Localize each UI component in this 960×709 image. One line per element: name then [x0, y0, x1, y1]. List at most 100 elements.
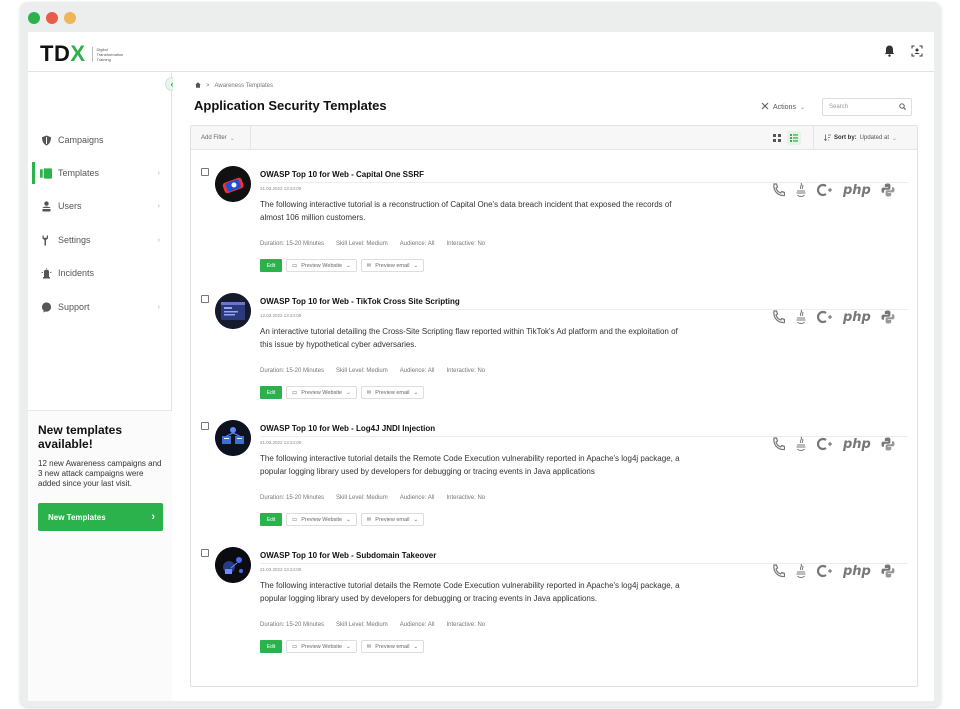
language-icons: php: [772, 436, 895, 452]
window-dot-yellow[interactable]: [64, 12, 76, 24]
window-dot-green[interactable]: [28, 12, 40, 24]
select-checkbox[interactable]: [201, 168, 209, 176]
users-icon: [40, 200, 52, 212]
email-icon: ✉: [366, 389, 372, 396]
promo-title: New templates available!: [38, 423, 123, 451]
browser-icon: ▭: [292, 389, 298, 396]
chevron-down-icon: ⌄: [346, 262, 351, 269]
template-meta: Duration: 15-20 Minutes Skill Level: Med…: [260, 368, 485, 374]
page-title: Application Security Templates: [194, 98, 387, 113]
card-actions: Edit ▭ Preview Website ⌄ ✉ Preview email ⌄: [260, 513, 425, 526]
sidebar-item-label: Incidents: [58, 268, 95, 278]
template-title[interactable]: OWASP Top 10 for Web - TikTok Cross Site…: [260, 297, 460, 306]
add-filter-button[interactable]: Add Filter ⌄: [191, 126, 251, 150]
select-checkbox[interactable]: [201, 549, 209, 557]
template-description: The following interactive tutorial is a …: [260, 200, 672, 222]
actions-dropdown[interactable]: Actions ⌄: [756, 98, 816, 116]
sidebar-item-users[interactable]: Users ›: [32, 195, 168, 217]
sidebar-item-templates[interactable]: Templates ›: [32, 162, 168, 184]
python-icon: [881, 309, 895, 325]
language-icons: php: [772, 309, 895, 325]
list-view-icon[interactable]: [787, 131, 801, 145]
search-input[interactable]: Search: [822, 98, 912, 116]
java-icon: [795, 563, 807, 579]
template-date: 21.03.2022 13:24:00: [260, 186, 302, 191]
preview-email-button[interactable]: ✉ Preview email ⌄: [360, 386, 425, 399]
edit-button[interactable]: Edit: [260, 513, 282, 526]
preview-website-button[interactable]: ▭ Preview Website ⌄: [286, 640, 357, 653]
sidebar-item-label: Campaigns: [58, 135, 104, 145]
edit-button[interactable]: Edit: [260, 640, 282, 653]
preview-website-button[interactable]: ▭ Preview Website ⌄: [286, 259, 357, 272]
sort-dropdown[interactable]: Sort by: Updated at ⌄: [813, 126, 917, 150]
templates-panel: Add Filter ⌄ Sort by: Updated at ⌄ OWASP…: [190, 125, 918, 687]
home-icon[interactable]: [195, 82, 201, 90]
template-title[interactable]: OWASP Top 10 for Web - Subdomain Takeove…: [260, 551, 436, 560]
chevron-right-icon: ›: [151, 511, 155, 523]
preview-website-button[interactable]: ▭ Preview Website ⌄: [286, 513, 357, 526]
add-filter-label: Add Filter: [201, 135, 227, 141]
email-icon: ✉: [366, 516, 372, 523]
user-scan-icon[interactable]: [910, 44, 924, 58]
preview-email-label: Preview email: [375, 262, 410, 269]
meta-interactive: Interactive: No: [446, 622, 486, 628]
preview-website-label: Preview Website: [301, 516, 343, 523]
breadcrumb: > Awareness Templates: [195, 82, 273, 90]
python-icon: [881, 182, 895, 198]
tdx-logo[interactable]: TDX Digital Transformation Training: [40, 41, 126, 67]
breadcrumb-awareness-templates[interactable]: Awareness Templates: [215, 83, 273, 89]
main-content: > Awareness Templates Application Securi…: [173, 73, 934, 701]
wrench-icon: [40, 234, 52, 246]
meta-interactive: Interactive: No: [446, 241, 486, 247]
python-icon: [881, 563, 895, 579]
sidebar-item-campaigns[interactable]: Campaigns: [32, 129, 168, 151]
sidebar-item-label: Users: [58, 201, 82, 211]
window-dot-red[interactable]: [46, 12, 58, 24]
new-templates-button[interactable]: New Templates ›: [38, 503, 163, 531]
java-icon: [795, 182, 807, 198]
sidebar-item-incidents[interactable]: Incidents: [32, 262, 168, 284]
edit-button[interactable]: Edit: [260, 386, 282, 399]
email-icon: ✉: [366, 643, 372, 650]
template-date: 12.03.2022 13:24:00: [260, 313, 302, 318]
phone-icon: [772, 436, 785, 452]
meta-duration: Duration: 15-20 Minutes: [260, 368, 325, 374]
php-icon: php: [843, 309, 871, 325]
template-card: OWASP Top 10 for Web - TikTok Cross Site…: [191, 279, 917, 406]
cplusplus-icon: [817, 309, 833, 325]
sidebar-item-support[interactable]: Support ›: [32, 296, 168, 318]
template-thumbnail: [215, 547, 251, 583]
edit-button[interactable]: Edit: [260, 259, 282, 272]
card-actions: Edit ▭ Preview Website ⌄ ✉ Preview email ⌄: [260, 640, 425, 653]
alert-icon: [40, 267, 52, 279]
top-icons: [882, 44, 924, 58]
search-placeholder: Search: [829, 104, 849, 110]
phone-icon: [772, 309, 785, 325]
browser-icon: ▭: [292, 643, 298, 650]
template-description: The following interactive tutorial detai…: [260, 581, 680, 603]
preview-email-button[interactable]: ✉ Preview email ⌄: [360, 640, 425, 653]
java-icon: [795, 436, 807, 452]
template-title[interactable]: OWASP Top 10 for Web - Capital One SSRF: [260, 170, 424, 179]
language-icons: php: [772, 182, 895, 198]
chevron-right-icon: ›: [157, 303, 160, 311]
template-title[interactable]: OWASP Top 10 for Web - Log4J JNDI Inject…: [260, 424, 435, 433]
python-icon: [881, 436, 895, 452]
cplusplus-icon: [817, 436, 833, 452]
bell-icon[interactable]: [882, 44, 896, 58]
chevron-down-icon: ⌄: [346, 516, 351, 523]
preview-email-button[interactable]: ✉ Preview email ⌄: [360, 513, 425, 526]
template-thumbnail: [215, 420, 251, 456]
language-icons: php: [772, 563, 895, 579]
select-checkbox[interactable]: [201, 295, 209, 303]
grid-view-icon[interactable]: [770, 131, 784, 145]
preview-website-button[interactable]: ▭ Preview Website ⌄: [286, 386, 357, 399]
preview-email-button[interactable]: ✉ Preview email ⌄: [360, 259, 425, 272]
sidebar-item-settings[interactable]: Settings ›: [32, 229, 168, 251]
select-checkbox[interactable]: [201, 422, 209, 430]
sort-label: Sort by:: [834, 135, 857, 141]
top-bar: TDX Digital Transformation Training: [28, 32, 934, 72]
tools-icon: [761, 102, 769, 112]
browser-icon: ▭: [292, 262, 298, 269]
template-date: 21.03.2022 13:24:00: [260, 567, 302, 572]
